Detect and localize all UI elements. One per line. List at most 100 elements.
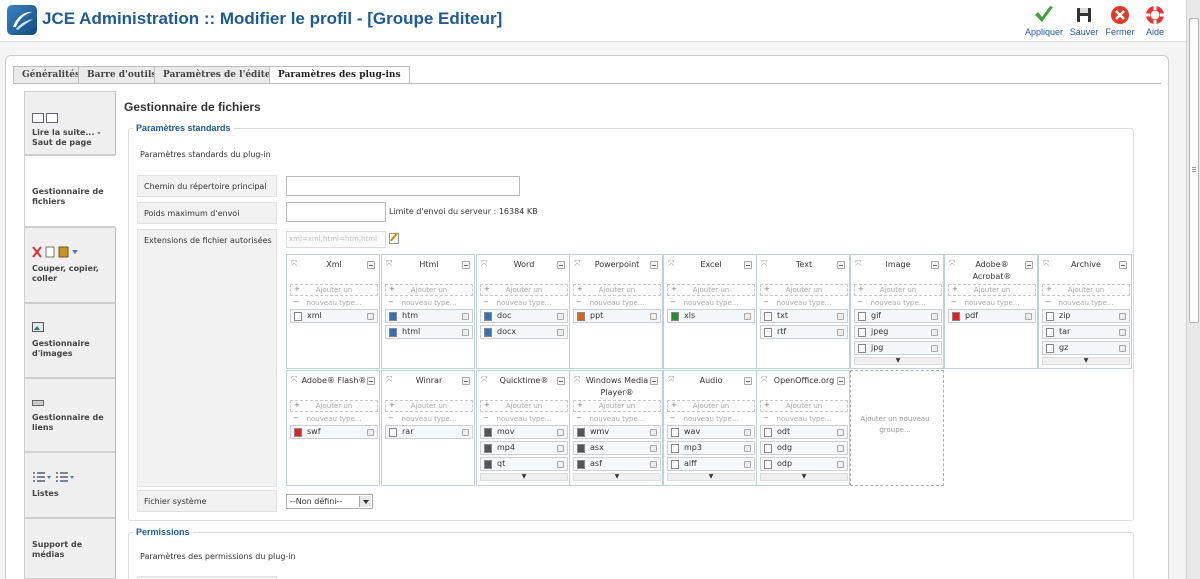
add-type-input[interactable]: + Ajouter un	[290, 284, 378, 296]
sidebar-item-link-manager[interactable]: Gestionnaire de liens	[24, 378, 116, 452]
sidebar-item-file-manager[interactable]: Gestionnaire de fichiers	[24, 155, 116, 227]
expand-more-icon[interactable]: ▼	[480, 473, 568, 481]
ext-item[interactable]: xml	[290, 309, 378, 323]
ext-item[interactable]: docx	[480, 325, 568, 339]
ext-item[interactable]: rar	[385, 425, 473, 439]
move-handle-icon[interactable]: ⤧	[291, 375, 297, 385]
tab-plugin-settings[interactable]: Paramètres des plug-ins	[269, 66, 410, 84]
move-handle-icon[interactable]: ⤧	[668, 375, 674, 385]
remove-item-icon[interactable]	[462, 313, 469, 320]
remove-item-icon[interactable]	[837, 429, 844, 436]
sidebar-item-page-break[interactable]: Lire la suite... - Saut de page	[24, 91, 116, 155]
add-type-input[interactable]: + Ajouter un	[573, 400, 661, 412]
ext-item[interactable]: wmv	[573, 425, 661, 439]
remove-item-icon[interactable]	[931, 329, 938, 336]
ext-item[interactable]: rtf	[760, 325, 848, 339]
ext-item[interactable]: aiff	[667, 457, 755, 471]
remove-item-icon[interactable]	[650, 445, 657, 452]
remove-item-icon[interactable]	[367, 313, 374, 320]
add-type-input[interactable]: + Ajouter un	[667, 284, 755, 296]
ext-item[interactable]: asx	[573, 441, 661, 455]
sidebar-item-cut-copy-paste[interactable]: Couper, copier, coller	[24, 227, 116, 303]
apply-button[interactable]: Appliquer	[1024, 4, 1064, 37]
move-handle-icon[interactable]: ⤧	[574, 375, 580, 385]
group-toggle-icon[interactable]	[557, 377, 565, 385]
remove-item-icon[interactable]	[1119, 313, 1126, 320]
add-type-input[interactable]: + Ajouter un	[385, 400, 473, 412]
remove-item-icon[interactable]	[557, 461, 564, 468]
remove-item-icon[interactable]	[650, 429, 657, 436]
ext-item[interactable]: mp4	[480, 441, 568, 455]
remove-item-icon[interactable]	[1119, 329, 1126, 336]
ext-item[interactable]: xls	[667, 309, 755, 323]
ext-item[interactable]: doc	[480, 309, 568, 323]
remove-item-icon[interactable]	[650, 313, 657, 320]
move-handle-icon[interactable]: ⤧	[761, 259, 767, 269]
add-type-input[interactable]: + Ajouter un	[480, 400, 568, 412]
move-handle-icon[interactable]: ⤧	[668, 259, 674, 269]
group-toggle-icon[interactable]	[367, 261, 375, 269]
ext-item[interactable]: gif	[854, 309, 942, 323]
add-type-input[interactable]: + Ajouter un	[480, 284, 568, 296]
group-toggle-icon[interactable]	[367, 377, 375, 385]
move-handle-icon[interactable]: ⤧	[386, 259, 392, 269]
add-type-input[interactable]: + Ajouter un	[385, 284, 473, 296]
remove-item-icon[interactable]	[931, 313, 938, 320]
move-handle-icon[interactable]: ⤧	[574, 259, 580, 269]
expand-more-icon[interactable]: ▼	[573, 473, 661, 481]
close-button[interactable]: Fermer	[1101, 4, 1139, 37]
remove-item-icon[interactable]	[462, 429, 469, 436]
remove-item-icon[interactable]	[557, 445, 564, 452]
ext-item[interactable]: tar	[1042, 325, 1130, 339]
remove-item-icon[interactable]	[837, 329, 844, 336]
move-handle-icon[interactable]: ⤧	[481, 375, 487, 385]
scrollbar-thumb[interactable]	[1189, 18, 1199, 323]
expand-more-icon[interactable]: ▼	[854, 357, 942, 365]
remove-item-icon[interactable]	[1025, 313, 1032, 320]
move-handle-icon[interactable]: ⤧	[855, 259, 861, 269]
group-toggle-icon[interactable]	[650, 261, 658, 269]
max-upload-input[interactable]	[286, 202, 386, 222]
move-handle-icon[interactable]: ⤧	[291, 259, 297, 269]
ext-item[interactable]: jpg	[854, 341, 942, 355]
remove-item-icon[interactable]	[744, 461, 751, 468]
add-type-input[interactable]: + Ajouter un	[573, 284, 661, 296]
remove-item-icon[interactable]	[557, 329, 564, 336]
remove-item-icon[interactable]	[744, 313, 751, 320]
remove-item-icon[interactable]	[837, 461, 844, 468]
ext-item[interactable]: html	[385, 325, 473, 339]
move-handle-icon[interactable]: ⤧	[761, 375, 767, 385]
group-toggle-icon[interactable]	[462, 261, 470, 269]
save-button[interactable]: Sauver	[1065, 4, 1103, 37]
group-toggle-icon[interactable]	[650, 377, 658, 385]
sidebar-item-image-manager[interactable]: Gestionnaire d'images	[24, 303, 116, 378]
group-toggle-icon[interactable]	[931, 261, 939, 269]
help-button[interactable]: Aide	[1136, 4, 1174, 37]
group-toggle-icon[interactable]	[557, 261, 565, 269]
group-toggle-icon[interactable]	[837, 377, 845, 385]
remove-item-icon[interactable]	[650, 461, 657, 468]
expand-more-icon[interactable]: ▼	[1042, 357, 1130, 365]
ext-item[interactable]: wav	[667, 425, 755, 439]
add-type-input[interactable]: + Ajouter un	[290, 400, 378, 412]
ext-item[interactable]: mov	[480, 425, 568, 439]
remove-item-icon[interactable]	[931, 345, 938, 352]
group-toggle-icon[interactable]	[837, 261, 845, 269]
ext-item[interactable]: swf	[290, 425, 378, 439]
ext-item[interactable]: htm	[385, 309, 473, 323]
add-type-input[interactable]: + Ajouter un	[760, 284, 848, 296]
remove-item-icon[interactable]	[837, 313, 844, 320]
ext-item[interactable]: jpeg	[854, 325, 942, 339]
move-handle-icon[interactable]: ⤧	[1043, 259, 1049, 269]
ext-item[interactable]: qt	[480, 457, 568, 471]
add-group-label[interactable]: Ajouter un nouveau groupe...	[852, 414, 938, 436]
ext-item[interactable]: odt	[760, 425, 848, 439]
remove-item-icon[interactable]	[462, 329, 469, 336]
add-type-input[interactable]: + Ajouter un	[667, 400, 755, 412]
add-type-input[interactable]: + Ajouter un	[854, 284, 942, 296]
ext-item[interactable]: gz	[1042, 341, 1130, 355]
sidebar-item-lists[interactable]: Listes	[24, 452, 116, 518]
remove-item-icon[interactable]	[1119, 345, 1126, 352]
add-type-input[interactable]: + Ajouter un	[760, 400, 848, 412]
group-toggle-icon[interactable]	[744, 261, 752, 269]
